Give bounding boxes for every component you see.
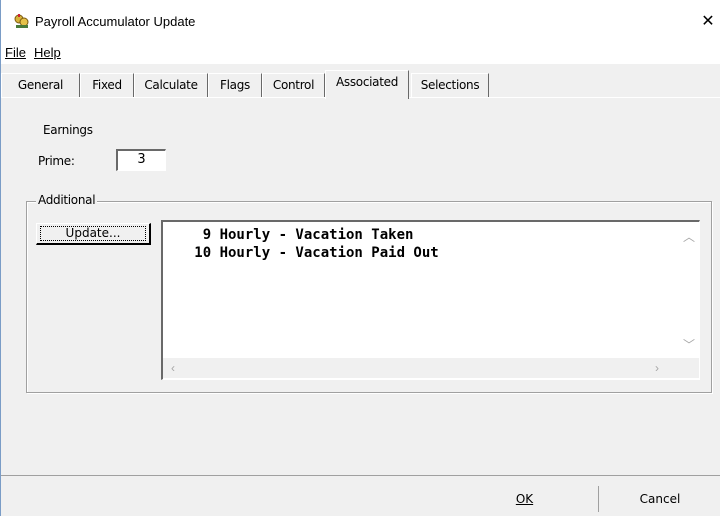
chevron-up-icon[interactable]: ︿ xyxy=(683,228,695,245)
chevron-left-icon[interactable]: ‹ xyxy=(171,361,175,375)
tab-flags[interactable]: Flags xyxy=(208,73,262,98)
chevron-right-icon[interactable]: › xyxy=(655,361,659,375)
tab-calculate[interactable]: Calculate xyxy=(134,73,208,98)
tab-strip: General Fixed Calculate Flags Control As… xyxy=(1,70,720,99)
list-item[interactable]: 10 Hourly - Vacation Paid Out xyxy=(169,244,438,262)
close-button[interactable]: ✕ xyxy=(695,10,720,34)
menu-help[interactable]: Help xyxy=(34,45,61,60)
chevron-down-icon[interactable]: ﹀ xyxy=(683,336,695,353)
menu-bar: File Help xyxy=(1,40,720,64)
focus-rect xyxy=(40,226,146,241)
tab-general[interactable]: General xyxy=(1,73,80,98)
prime-label: Prime: xyxy=(38,154,75,168)
list-item[interactable]: 9 Hourly - Vacation Taken xyxy=(169,226,414,244)
menu-file[interactable]: File xyxy=(5,45,26,60)
tab-fixed[interactable]: Fixed xyxy=(80,73,134,98)
window-title: Payroll Accumulator Update xyxy=(35,14,196,29)
horizontal-scrollbar[interactable]: ‹ › xyxy=(163,358,677,378)
payroll-app-icon xyxy=(14,14,29,28)
cancel-button-label: Cancel xyxy=(639,492,681,506)
earnings-listbox[interactable]: 9 Hourly - Vacation Taken 10 Hourly - Va… xyxy=(161,220,700,380)
close-icon: ✕ xyxy=(701,13,715,30)
menu-file-label: File xyxy=(5,45,26,60)
title-bar[interactable]: Payroll Accumulator Update ✕ xyxy=(1,0,720,40)
vertical-scrollbar[interactable]: ︿ ﹀ xyxy=(677,222,699,358)
menu-help-label: Help xyxy=(34,45,61,60)
prime-field[interactable]: 3 xyxy=(116,149,166,171)
scroll-corner xyxy=(677,358,699,378)
cancel-button[interactable]: Cancel xyxy=(598,486,720,512)
payroll-accumulator-window: Payroll Accumulator Update ✕ File Help G… xyxy=(0,0,720,516)
footer-bar: OK Cancel xyxy=(1,476,720,516)
earnings-heading: Earnings xyxy=(43,123,93,137)
tab-associated[interactable]: Associated xyxy=(325,70,409,99)
additional-legend: Additional xyxy=(36,193,98,207)
ok-button[interactable]: OK xyxy=(463,486,586,512)
ok-button-label: OK xyxy=(515,492,534,506)
update-button[interactable]: Update... xyxy=(36,223,151,245)
tab-selections[interactable]: Selections xyxy=(411,73,489,98)
tab-control[interactable]: Control xyxy=(262,73,325,98)
